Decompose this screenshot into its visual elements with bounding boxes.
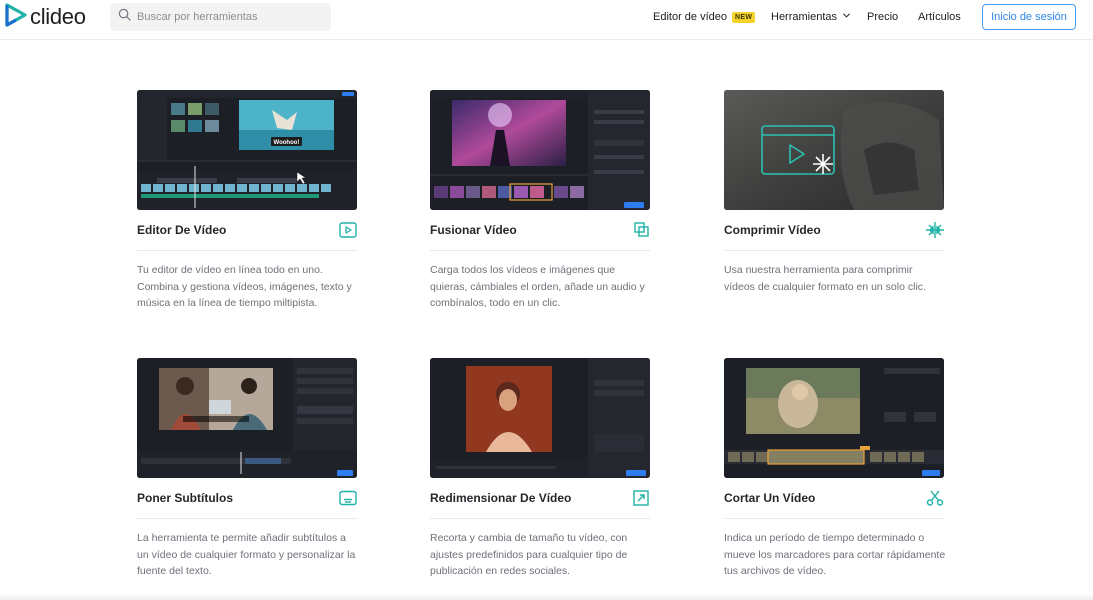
cut-video-preview [724, 358, 944, 478]
card-description: Usa nuestra herramienta para comprimir v… [724, 264, 926, 293]
card-title: Poner Subtítulos [137, 491, 233, 505]
new-badge: NEW [732, 11, 756, 23]
divider [430, 250, 650, 251]
card-title: Editor De Vídeo [137, 223, 227, 237]
nav-tools-dropdown[interactable]: Herramientas [771, 0, 851, 34]
nav-video-editor-label: Editor de vídeo [653, 11, 727, 23]
scissors-icon [926, 490, 944, 506]
preview-caption: Woohoo! [274, 140, 300, 146]
clideo-logo[interactable]: clideo [5, 2, 86, 32]
divider [724, 518, 944, 519]
nav-tools-label: Herramientas [771, 11, 838, 23]
subtitles-icon [339, 490, 357, 506]
search-input[interactable] [137, 11, 327, 23]
card-title: Cortar Un Vídeo [724, 491, 816, 505]
video-editor-preview: Woohoo! [137, 90, 357, 210]
chevron-down-icon [837, 11, 851, 23]
card-description: Tu editor de vídeo en línea todo en uno.… [137, 264, 352, 309]
card-title: Comprimir Vídeo [724, 223, 821, 237]
search-icon [118, 8, 131, 26]
card-title: Fusionar Vídeo [430, 223, 517, 237]
site-header: clideo Editor de vídeo NEW Herramientas … [0, 0, 1093, 40]
card-description: La herramienta te permite añadir subtítu… [137, 532, 356, 577]
divider [430, 518, 650, 519]
merge-video-preview [430, 90, 650, 210]
divider [724, 250, 944, 251]
nav-price-link[interactable]: Precio [867, 0, 898, 34]
nav-articles-link[interactable]: Artículos [918, 0, 961, 34]
card-description: Indica un período de tiempo determinado … [724, 532, 946, 577]
play-window-icon [339, 222, 357, 238]
page-bottom-shadow [0, 594, 1093, 600]
card-description: Carga todos los vídeos e imágenes que qu… [430, 264, 645, 309]
divider [137, 250, 357, 251]
merge-squares-icon [632, 222, 650, 238]
nav-video-editor[interactable]: Editor de vídeo NEW [653, 0, 756, 34]
play-triangle-icon [5, 2, 27, 32]
resize-video-preview [430, 358, 650, 478]
subtitles-preview [137, 358, 357, 478]
resize-arrow-icon [632, 490, 650, 506]
card-description: Recorta y cambia de tamaño tu vídeo, con… [430, 532, 628, 577]
search-box[interactable] [110, 3, 331, 31]
card-title: Redimensionar De Vídeo [430, 491, 572, 505]
divider [137, 518, 357, 519]
logo-wordmark: clideo [30, 4, 86, 29]
compress-arrows-icon [926, 222, 944, 238]
compress-video-preview [724, 90, 944, 210]
login-button[interactable]: Inicio de sesión [982, 4, 1076, 30]
